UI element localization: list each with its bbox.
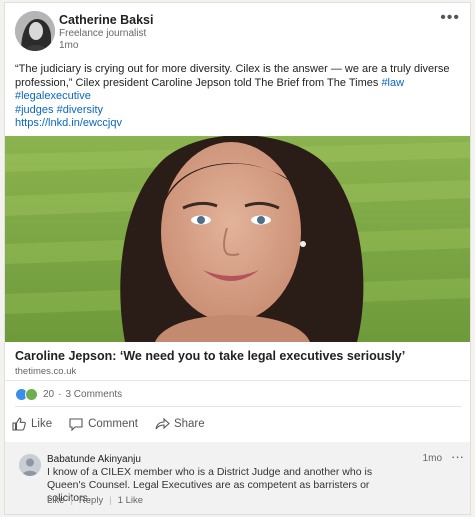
commenter-avatar[interactable] [19,454,41,476]
celebrate-reaction-icon [25,387,38,401]
comment-like-count[interactable]: 1 Like [118,495,143,506]
divider [15,406,462,407]
post-link[interactable]: https://lnkd.in/ewccjqv [15,117,122,129]
hashtags-line-2[interactable]: #judges #diversity [15,104,103,116]
comment-action-separator: | [70,495,73,506]
divider [5,380,470,381]
post-actions: Like Comment Share [11,412,221,436]
comment-button-label: Comment [88,418,138,430]
article-image[interactable] [5,136,470,342]
comment-action-separator: | [109,495,112,506]
author-headline: Freelance journalist [59,28,147,39]
post-card: Catherine Baksi Freelance journalist 1mo… [4,2,471,515]
like-button-label: Like [31,418,53,430]
share-button[interactable]: Share [154,416,205,432]
thumbs-up-icon [12,417,26,431]
comment-button[interactable]: Comment [68,416,138,432]
article-title[interactable]: Caroline Jepson: ‘We need you to take le… [15,349,405,363]
post-timestamp: 1mo [59,40,79,51]
comments-section: Babatunde Akinyanju 1mo ··· I know of a … [5,442,470,514]
author-name[interactable]: Catherine Baksi [59,13,153,27]
article-source: thetimes.co.uk [15,366,77,377]
post-header: Catherine Baksi Freelance journalist 1mo… [5,3,470,61]
comment-count[interactable]: 3 Comments [65,389,122,400]
share-arrow-icon [155,417,170,430]
comment-like-button[interactable]: Like [47,495,64,506]
comment-reply-button[interactable]: Reply [79,495,103,506]
social-counts[interactable]: 20 · 3 Comments [15,387,122,401]
comment-timestamp: 1mo [422,453,442,464]
author-avatar[interactable] [15,11,55,51]
post-more-options-button[interactable]: ••• [440,9,460,27]
comment-more-options-button[interactable]: ··· [451,449,464,464]
like-button[interactable]: Like [11,416,52,432]
comment-bubble-icon [69,418,83,432]
reaction-count[interactable]: 20 [43,389,54,400]
commenter-name[interactable]: Babatunde Akinyanju [47,454,141,465]
share-button-label: Share [173,418,205,430]
comment-actions: Like | Reply | 1 Like [47,495,143,506]
separator-dot: · [58,388,62,400]
post-body: “The judiciary is crying out for more di… [15,63,463,131]
